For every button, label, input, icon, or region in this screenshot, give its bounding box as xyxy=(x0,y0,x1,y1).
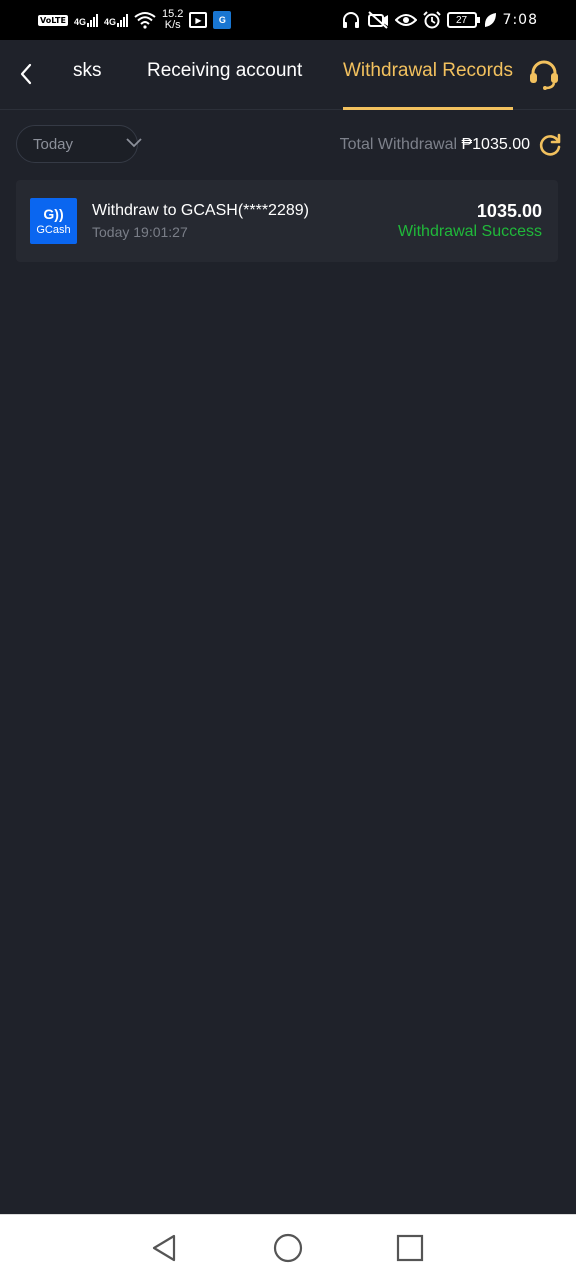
refresh-icon xyxy=(539,133,561,156)
video-player-icon: ▶ xyxy=(189,12,208,28)
tab-sks[interactable]: sks xyxy=(73,60,102,110)
sim2-network-type: 4G xyxy=(103,17,116,27)
total-withdrawal-label: Total Withdrawal xyxy=(339,136,458,153)
tab-withdrawal-records[interactable]: Withdrawal Records xyxy=(343,60,513,110)
chevron-down-icon xyxy=(126,138,142,148)
record-status: Withdrawal Success xyxy=(397,223,542,240)
nav-home-button[interactable] xyxy=(272,1232,304,1264)
leaf-icon xyxy=(484,13,496,27)
gcash-logo-mark: G)) xyxy=(43,205,64,222)
tab-sks-label: sks xyxy=(73,60,102,81)
sim1-network-type: 4G xyxy=(73,17,86,27)
date-filter-value: Today xyxy=(33,135,74,153)
wifi-icon xyxy=(134,12,156,29)
total-withdrawal: Total Withdrawal ₱1035.00 xyxy=(340,136,530,154)
gcash-logo-text: GCash xyxy=(36,223,71,236)
total-withdrawal-amount: ₱1035.00 xyxy=(461,136,530,153)
battery-level: 27 xyxy=(455,14,468,26)
triangle-back-icon xyxy=(152,1234,176,1262)
headset-icon xyxy=(530,60,558,90)
gcash-logo: G)) GCash xyxy=(30,198,77,244)
sim2-signal-icon: 4G xyxy=(104,13,128,27)
refresh-button[interactable] xyxy=(537,132,563,158)
status-bar: VoLTE 4G 4G 15.2 K/s ▶ G 27 7:08 xyxy=(0,0,576,40)
battery-icon: 27 xyxy=(446,12,480,28)
record-amount: 1035.00 xyxy=(476,201,542,221)
eye-icon xyxy=(394,14,417,26)
status-right: 27 7:08 xyxy=(341,11,538,29)
withdrawal-record-item[interactable]: G)) GCash Withdraw to GCASH(****2289) To… xyxy=(16,180,558,262)
circle-home-icon xyxy=(273,1233,303,1263)
tab-withdrawal-records-label: Withdrawal Records xyxy=(343,60,513,81)
status-left: VoLTE 4G 4G 15.2 K/s ▶ G xyxy=(38,9,232,31)
camera-off-icon xyxy=(367,11,388,29)
headphones-icon xyxy=(342,12,359,28)
record-time: Today 19:01:27 xyxy=(92,224,188,240)
app-notification-icon: G xyxy=(213,11,232,29)
network-speed: 15.2 K/s xyxy=(162,9,183,31)
system-nav-bar xyxy=(0,1214,576,1280)
speed-unit: K/s xyxy=(164,19,181,31)
sim1-signal-icon: 4G xyxy=(74,13,98,27)
alarm-icon xyxy=(422,11,441,29)
clock: 7:08 xyxy=(502,12,538,28)
nav-back-button[interactable] xyxy=(148,1232,180,1264)
volte-badge: VoLTE xyxy=(38,14,68,26)
customer-support-button[interactable] xyxy=(528,58,560,90)
back-button[interactable] xyxy=(12,60,40,88)
nav-recents-button[interactable] xyxy=(394,1232,426,1264)
top-nav: sks Receiving account Withdrawal Records xyxy=(0,40,576,110)
record-title: Withdraw to GCASH(****2289) xyxy=(92,202,309,219)
chevron-left-icon xyxy=(20,63,32,85)
tab-receiving-account[interactable]: Receiving account xyxy=(147,60,302,110)
tab-receiving-account-label: Receiving account xyxy=(147,60,303,81)
active-tab-indicator xyxy=(343,107,513,110)
square-recents-icon xyxy=(396,1234,424,1262)
date-filter-dropdown[interactable]: Today xyxy=(16,125,142,163)
